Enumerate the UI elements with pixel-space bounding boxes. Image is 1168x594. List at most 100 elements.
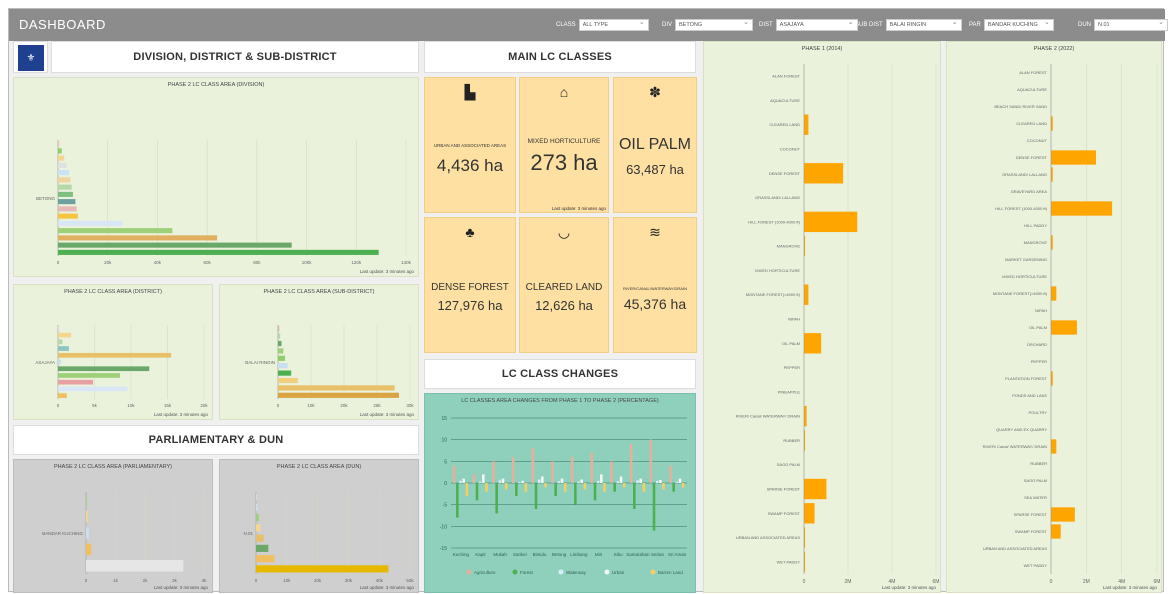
filter-div[interactable]: DIV BETONG [662, 18, 754, 31]
tick-label: 40k [154, 260, 162, 265]
category-label: SPARSE FOREST [767, 487, 801, 492]
parliamentary-chart: 0 1k 2k 3k 4k BANDAR KUCHING [42, 492, 207, 583]
legend-swatch [650, 569, 656, 575]
division-chart: 0 20k 40k 60k 80k 100k 120k 140k BETONG [36, 140, 412, 265]
parliamentary-chart-panel: PHASE 2 LC CLASS AREA (PARLIAMENTARY) 01… [13, 459, 213, 593]
category-label: URBAN AND ASSOCIATED AREAS [736, 535, 800, 540]
chart-bar [58, 199, 76, 205]
building-icon: ▙ [464, 84, 476, 100]
last-update: Last update: 3 minutes ago [153, 585, 208, 590]
chart-bar [649, 439, 653, 483]
chart-bar [86, 543, 92, 556]
chart-bar [804, 333, 822, 354]
chart-bar [278, 340, 282, 347]
chart-bar [278, 392, 399, 398]
card-oil-palm[interactable]: ✽ OIL PALM 63,487 ha [613, 77, 697, 213]
category-label: URBAN AND ASSOCIATED AREAS [983, 546, 1047, 551]
state-logo-icon: ⚜ [18, 45, 44, 71]
category-label: SAGO PALM [777, 462, 800, 467]
chart-bar [478, 481, 482, 483]
tick-label: Betong [552, 552, 567, 557]
chart-bar [518, 482, 521, 483]
chart-bar [58, 352, 172, 358]
chart-bar [515, 483, 518, 496]
chart-bar [629, 444, 633, 483]
filter-select[interactable]: N.01 [1094, 18, 1168, 31]
category-label: ASAJAYA [35, 360, 55, 365]
chart-bar [58, 346, 69, 351]
category-label: MONTANE FOREST(>4000 ft) [746, 292, 801, 297]
category-label: OIL PALM [1029, 325, 1047, 330]
chart-bar [541, 476, 544, 483]
card-urban[interactable]: ▙ URBAN AND ASSOCIATED AREAS 4,436 ha [424, 77, 516, 213]
filter-par[interactable]: PAR BANDAR KUCHING [969, 18, 1054, 31]
phase2-chart-panel: PHASE 2 (2022) 0 2M 4M 6M ALAN FOREST AQUACUL… [946, 41, 1162, 593]
tick-label: Serian [651, 552, 665, 557]
bowl-icon: ◡ [557, 224, 571, 240]
tick-label: -15 [440, 546, 447, 552]
chart-bar [681, 483, 685, 488]
category-label: MARKET GARDENING [1005, 257, 1047, 262]
card-cleared-land[interactable]: ◡ CLEARED LAND 12,626 ha [519, 217, 609, 353]
card-mixed-horticulture[interactable]: ⌂ MIXED HORTICULTURE 273 ha Last update:… [519, 77, 609, 213]
last-update: Last update: 3 minutes ago [1102, 585, 1157, 590]
chart-bar [278, 348, 284, 354]
filter-select[interactable]: ALL TYPE [578, 18, 649, 31]
card-dense-forest[interactable]: ♣ DENSE FOREST 127,976 ha [424, 217, 516, 353]
chart-bar [1051, 201, 1113, 216]
chart-bar [596, 480, 600, 483]
card-label: CLEARED LAND [525, 282, 603, 293]
category-label: QUARRY AND EX QUARRY [996, 427, 1047, 432]
filter-label: SUB DIST [855, 22, 883, 28]
tick-label: 15 [441, 416, 447, 422]
category-label: SEA WATER [1024, 495, 1047, 500]
category-label: ALAN FOREST [1019, 70, 1047, 75]
chart-bar [560, 478, 564, 483]
filter-select[interactable]: ASAJAYA [775, 18, 858, 31]
last-update: Last update: 3 minutes ago [359, 585, 414, 590]
tick-label: 60k [204, 260, 212, 265]
chart-bar [504, 483, 508, 490]
chart-bar [58, 206, 77, 212]
filter-dist[interactable]: DIST ASAJAYA [759, 18, 858, 31]
legend-swatch [512, 569, 518, 575]
tick-label: Kuching [453, 552, 470, 557]
filter-subdist[interactable]: SUB DIST BALAI RINGIN [855, 18, 962, 31]
chart-bar [534, 483, 538, 509]
chart-bar [659, 479, 662, 483]
filter-class[interactable]: CLASS ALL TYPE [556, 18, 649, 31]
chart-bar [58, 228, 173, 234]
filter-label: DUN [1078, 22, 1091, 28]
chart-bar [58, 155, 65, 161]
last-update: Last update: 3 minutes ago [359, 269, 414, 274]
chart-bar [636, 480, 639, 483]
chart-bar [58, 148, 62, 154]
dun-chart: 0 10k 20k 30k 40k 50k N.01 [243, 492, 414, 583]
chart-bar [482, 474, 485, 483]
tick-label: 0 [57, 403, 60, 408]
tick-label: Mukah [493, 552, 507, 557]
filter-select[interactable]: BALAI RINGIN [885, 18, 962, 31]
category-label: SPARSE FOREST [1014, 512, 1048, 517]
category-label: N.01 [243, 531, 253, 536]
tick-label: 0 [1050, 579, 1053, 585]
chart-bar [256, 565, 389, 573]
chart-bar [804, 114, 809, 135]
chart-bar [58, 332, 72, 338]
last-update: Last update: 3 minutes ago [153, 412, 208, 417]
last-update: Last update: 3 minutes ago [881, 585, 936, 590]
tick-label: 0 [255, 578, 258, 583]
category-label: BANDAR KUCHING [42, 531, 83, 536]
filter-select[interactable]: BETONG [675, 18, 754, 31]
tick-label: 5 [444, 459, 447, 465]
chart-bar [804, 405, 807, 427]
chart-bar [459, 480, 462, 483]
filter-select[interactable]: BANDAR KUCHING [983, 18, 1054, 31]
chart-bar [278, 326, 280, 332]
category-label: MIXED HORTICULTURE [755, 268, 800, 273]
chart-bar [531, 448, 535, 483]
filter-dun[interactable]: DUN N.01 [1078, 18, 1168, 31]
tick-label: 0 [444, 481, 447, 487]
card-river[interactable]: ≋ RIVER/CANAL/WATERWAY/DRAIN 45,376 ha [613, 217, 697, 353]
category-label: HILL FOREST (1000-4000 ft) [995, 206, 1047, 211]
